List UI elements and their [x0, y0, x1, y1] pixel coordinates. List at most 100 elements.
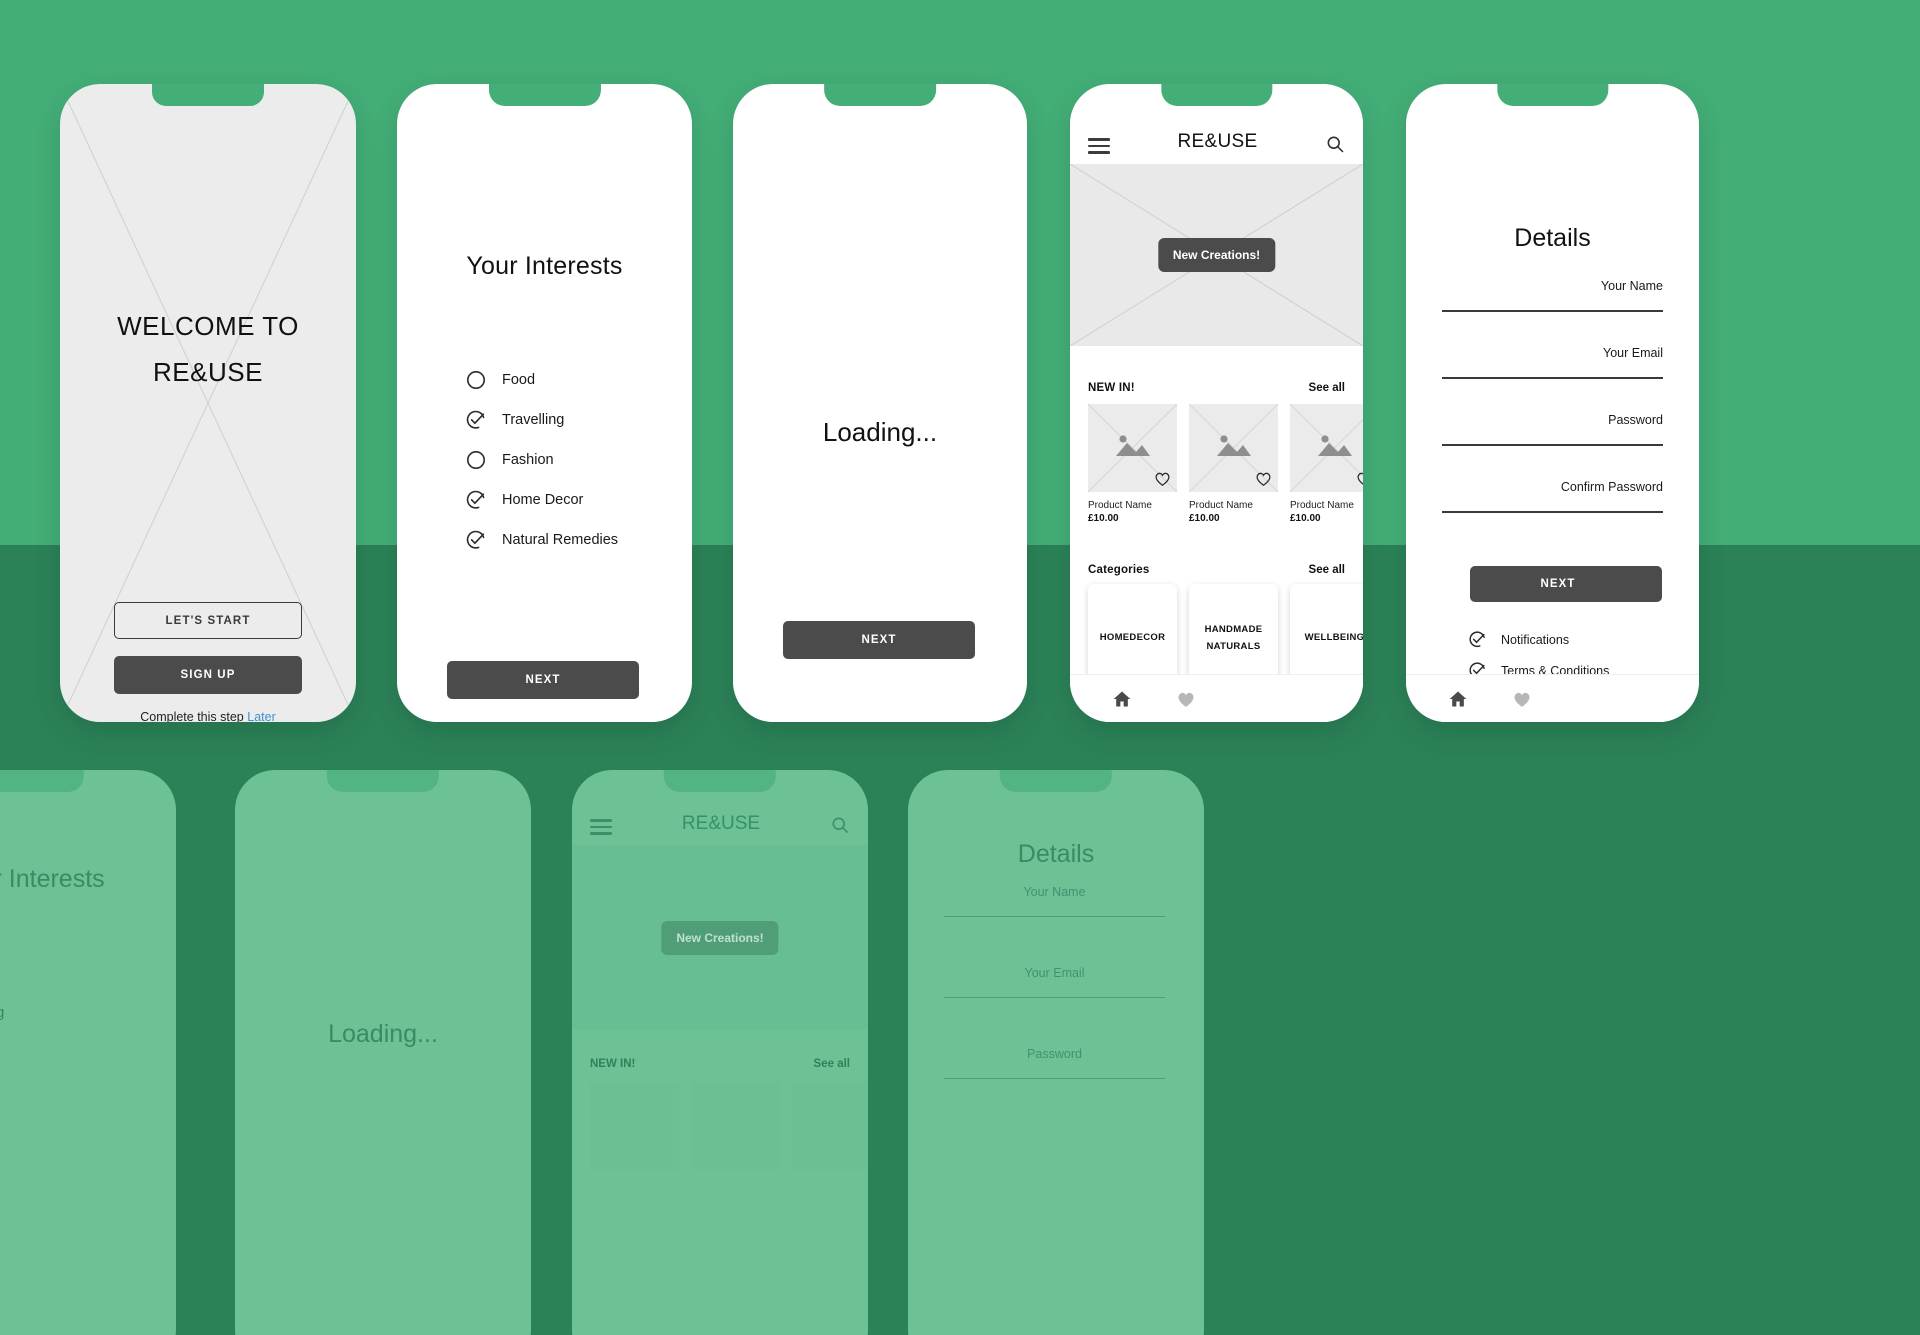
product-image: [1189, 404, 1278, 492]
heart-icon[interactable]: [1255, 470, 1272, 487]
radio-unchecked-icon[interactable]: [465, 369, 487, 391]
new-in-title: NEW IN!: [1088, 382, 1135, 394]
later-link[interactable]: Later: [247, 710, 276, 722]
phone-interests: Your Interests Food Travelling Fashion H…: [397, 84, 692, 722]
sign-up-button[interactable]: SIGN UP: [114, 656, 302, 694]
phone-notch: [1496, 84, 1609, 106]
product-card[interactable]: Product Name £10.00: [1189, 404, 1278, 524]
bg-hero-badge: New Creations!: [661, 920, 779, 955]
product-card[interactable]: Product Name £10.00: [1088, 404, 1177, 524]
image-icon: [1115, 435, 1150, 457]
interest-label: Natural Remedies: [502, 532, 619, 548]
product-card[interactable]: Product Name £10.00: [1290, 404, 1363, 524]
bg-field-underline: [944, 1078, 1165, 1080]
search-icon: [832, 817, 849, 834]
bg-field-label: Your Name: [1023, 885, 1086, 899]
phone-home: RE&USE New Creations! NEW IN! See all Pr…: [1070, 84, 1363, 722]
field-your-email[interactable]: Your Email: [1442, 346, 1663, 379]
interest-item-home-decor[interactable]: Home Decor: [465, 480, 618, 520]
search-icon[interactable]: [1325, 134, 1345, 154]
hamburger-icon: [590, 819, 612, 835]
next-button[interactable]: NEXT: [1470, 566, 1662, 602]
bg-product-thumb: [792, 1082, 868, 1170]
field-confirm-password[interactable]: Confirm Password: [1442, 480, 1663, 513]
categories-title: Categories: [1088, 564, 1150, 576]
consent-label: Notifications: [1501, 632, 1570, 647]
bg-field-underline: [944, 997, 1165, 999]
hero-badge[interactable]: New Creations!: [1157, 238, 1276, 272]
field-underline: [1442, 444, 1663, 446]
background-phone-interests: Your Interests Food Travelling Fashion: [0, 770, 176, 1335]
interest-item-natural-remedies[interactable]: Natural Remedies: [465, 520, 618, 560]
interest-item-fashion[interactable]: Fashion: [465, 440, 618, 480]
phone-notch: [824, 84, 936, 106]
heart-icon[interactable]: [1356, 470, 1363, 487]
hero-banner[interactable]: New Creations!: [1070, 164, 1363, 346]
categories-section-header: Categories See all: [1088, 564, 1345, 576]
interest-label: Fashion: [502, 452, 554, 468]
check-circle-icon[interactable]: [465, 409, 487, 431]
bg-field-underline: [944, 916, 1165, 918]
bg-field: Your Name: [944, 885, 1165, 918]
bg-product-thumb: [691, 1082, 780, 1170]
product-price: £10.00: [1290, 513, 1321, 524]
next-button[interactable]: NEXT: [783, 621, 975, 659]
check-circle-icon[interactable]: [465, 489, 487, 511]
phone-notch: [999, 770, 1113, 792]
bg-loading-text: Loading...: [328, 1020, 438, 1048]
categories-see-all[interactable]: See all: [1309, 564, 1345, 576]
phone-notch: [1160, 84, 1273, 106]
new-in-section-header: NEW IN! See all: [1088, 382, 1345, 394]
product-name: Product Name: [1189, 500, 1253, 511]
heart-icon[interactable]: [1176, 689, 1196, 709]
complete-step-row: Complete this step Later: [60, 710, 356, 722]
field-label: Your Email: [1603, 346, 1663, 360]
check-circle-icon[interactable]: [465, 529, 487, 551]
product-image: [1290, 404, 1363, 492]
home-icon[interactable]: [1112, 689, 1132, 709]
field-label: Password: [1608, 413, 1663, 427]
bg-interests-title: Your Interests: [0, 865, 105, 893]
field-label: Your Name: [1600, 279, 1663, 293]
welcome-line-1: WELCOME TO: [117, 311, 299, 341]
interest-item-food[interactable]: Food: [465, 360, 618, 400]
field-underline: [1442, 310, 1663, 312]
heart-icon[interactable]: [1512, 689, 1532, 709]
complete-step-text: Complete this step: [140, 710, 244, 722]
interest-label: Food: [502, 372, 536, 388]
bg-hero: New Creations!: [572, 845, 868, 1030]
field-password[interactable]: Password: [1442, 413, 1663, 446]
radio-unchecked-icon[interactable]: [465, 449, 487, 471]
phone-details: Details Your Name Your Email Password Co…: [1406, 84, 1699, 722]
interest-label: Home Decor: [502, 492, 584, 508]
bg-newin-seeall: See all: [813, 1058, 850, 1070]
home-icon[interactable]: [1448, 689, 1468, 709]
product-price: £10.00: [1088, 513, 1119, 524]
heart-icon[interactable]: [1154, 470, 1171, 487]
new-in-see-all[interactable]: See all: [1309, 382, 1345, 394]
bg-product-thumb: [590, 1082, 679, 1170]
hamburger-icon[interactable]: [1088, 138, 1110, 154]
interests-title: Your Interests: [466, 252, 623, 280]
next-button[interactable]: NEXT: [447, 661, 639, 699]
background-phone-details: Details Your Name Your Email Password: [908, 770, 1204, 1335]
bg-interest-item: Food: [0, 965, 4, 1005]
consent-notifications[interactable]: Notifications: [1468, 624, 1609, 655]
phone-loading: Loading... NEXT: [733, 84, 1027, 722]
bottom-tab-bar: [1406, 674, 1699, 722]
bg-brand: RE&USE: [681, 813, 761, 834]
image-icon: [1216, 435, 1251, 457]
background-phone-home: RE&USE New Creations! NEW IN! See all: [572, 770, 868, 1335]
interest-item-travelling[interactable]: Travelling: [465, 400, 618, 440]
details-title: Details: [1514, 224, 1591, 252]
product-name: Product Name: [1290, 500, 1354, 511]
bg-newin-title: NEW IN!: [590, 1058, 636, 1070]
bottom-tab-bar: [1070, 674, 1363, 722]
phone-notch: [488, 84, 601, 106]
bg-field: Your Email: [944, 966, 1165, 999]
loading-text: Loading...: [822, 417, 938, 447]
background-phone-loading: Loading...: [235, 770, 531, 1335]
field-your-name[interactable]: Your Name: [1442, 279, 1663, 312]
lets-start-button[interactable]: LET'S START: [114, 602, 302, 639]
check-circle-icon[interactable]: [1468, 630, 1487, 649]
